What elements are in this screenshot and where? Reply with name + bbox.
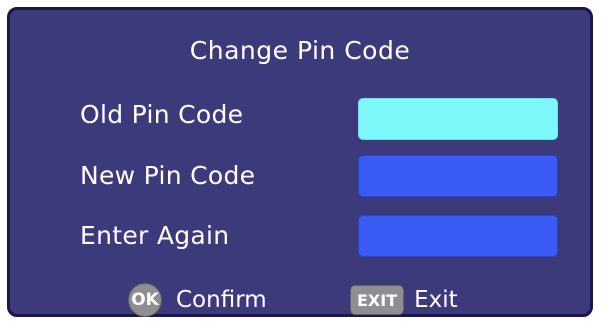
old-pin-input[interactable] [358, 98, 558, 140]
ok-key-icon: OK [128, 283, 162, 317]
exit-key-icon: EXIT [350, 285, 405, 315]
confirm-hint[interactable]: OK Confirm [128, 282, 267, 318]
confirm-label: Confirm [176, 287, 267, 313]
dialog-title: Change Pin Code [189, 36, 411, 65]
enter-again-label: Enter Again [80, 221, 230, 250]
confirm-pin-input[interactable] [358, 215, 558, 257]
new-pin-label: New Pin Code [80, 161, 256, 190]
change-pin-dialog: Change Pin Code Old Pin Code New Pin Cod… [7, 7, 593, 317]
old-pin-label: Old Pin Code [80, 100, 244, 129]
new-pin-input[interactable] [358, 155, 558, 197]
exit-label: Exit [414, 287, 458, 313]
exit-hint[interactable]: EXIT Exit [350, 282, 458, 318]
